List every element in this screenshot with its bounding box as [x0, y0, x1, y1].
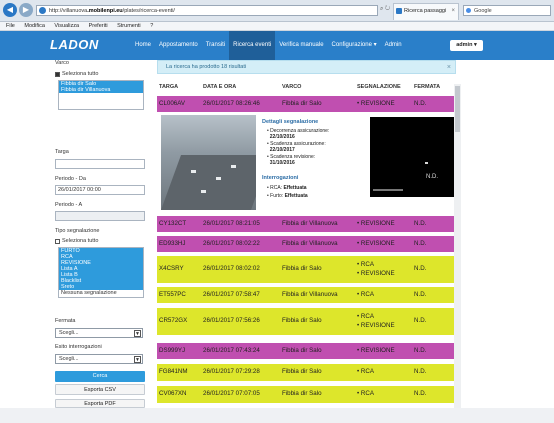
menu-strumenti[interactable]: Strumenti [117, 23, 141, 29]
periodo-a-label: Periodo - A [55, 202, 83, 208]
table-row[interactable]: FG841NM 26/01/2017 07:29:28 Fibbia dir S… [157, 364, 455, 381]
table-row[interactable]: CL006AV 26/01/2017 08:26:46 Fibbia dir S… [157, 96, 455, 112]
export-csv-button[interactable]: Esporta CSV [55, 384, 145, 395]
nav-home[interactable]: Home [131, 31, 155, 60]
checkbox-icon[interactable] [55, 71, 60, 77]
tipo-segnalazione-listbox[interactable]: FURTO RCA REVISIONE Lista A Lista B Blac… [58, 247, 144, 298]
page-icon [39, 7, 46, 14]
periodo-da-label: Periodo - Da [55, 176, 86, 182]
nav-transiti[interactable]: Transiti [202, 31, 229, 60]
nav-appostamento[interactable]: Appostamento [155, 31, 202, 60]
plate-photo[interactable]: N.D. [370, 117, 455, 197]
col-header-targa: TARGA [159, 84, 179, 90]
col-header-data: DATA E ORA [203, 84, 237, 90]
cerca-button[interactable]: Cerca [55, 371, 145, 382]
fermata-select[interactable]: Scegli... ▼ [55, 328, 143, 338]
targa-label: Targa [55, 149, 69, 155]
close-icon[interactable]: × [447, 61, 451, 74]
results-alert: La ricerca ha prodotto 18 risultati × [157, 60, 456, 74]
esito-label: Esito interrogazioni [55, 344, 102, 350]
detail-section-title: Dettagli segnalazione [262, 119, 319, 125]
query-item: • Furto: Effettuata [267, 193, 308, 199]
menu-help[interactable]: ? [150, 23, 153, 29]
periodo-da-input[interactable]: 26/01/2017 00:00 [55, 185, 145, 195]
menu-visualizza[interactable]: Visualizza [54, 23, 79, 29]
list-item[interactable]: Nessuna segnalazione [59, 290, 143, 296]
table-row[interactable]: DS999YJ 26/01/2017 07:43:24 Fibbia dir S… [157, 343, 455, 359]
nav-admin[interactable]: Admin [381, 31, 406, 60]
targa-input[interactable] [55, 159, 145, 169]
tipo-select-all[interactable]: Seleziona tutto [55, 238, 98, 244]
esito-select[interactable]: Scegli... ▼ [55, 354, 143, 364]
results-panel: La ricerca ha prodotto 18 risultati × TA… [152, 60, 462, 408]
varco-listbox[interactable]: Fibbia dir Salo Fibbia dir Villanuova [58, 80, 144, 110]
status-bar [0, 408, 554, 423]
nav-ricerca-eventi[interactable]: Ricerca eventi [229, 31, 276, 60]
list-item[interactable]: Fibbia dir Villanuova [59, 87, 143, 93]
varco-label: Varco [55, 60, 69, 66]
table-row[interactable]: X4CSRY 26/01/2017 08:02:02 Fibbia dir Sa… [157, 256, 455, 283]
scrollbar-thumb[interactable] [455, 86, 460, 132]
chevron-down-icon: ▼ [134, 356, 141, 363]
col-header-segnalazione: SEGNALAZIONE [357, 84, 401, 90]
varco-select-all[interactable]: Seleziona tutto [55, 71, 98, 77]
search-filters-sidebar: Varco Seleziona tutto Fibbia dir Salo Fi… [0, 60, 152, 408]
browser-menubar: File Modifica Visualizza Preferiti Strum… [0, 22, 554, 31]
user-menu-button[interactable]: admin ▾ [450, 40, 483, 51]
browser-search-input[interactable]: Google [463, 5, 551, 16]
browser-tab[interactable]: Ricerca passaggi × [393, 3, 459, 20]
tab-close-icon[interactable]: × [451, 4, 455, 18]
results-scrollbar[interactable] [454, 84, 461, 408]
table-row[interactable]: CV067XN 26/01/2017 07:07:05 Fibbia dir S… [157, 386, 455, 403]
app-navbar: LADON Home Appostamento Transiti Ricerca… [0, 31, 554, 60]
detail-item: • Decorrenza assicurazione: 22/10/2016 [267, 128, 330, 140]
query-item: • RCA: Effettuata [267, 185, 307, 191]
periodo-a-input[interactable] [55, 211, 145, 221]
context-photo[interactable] [161, 115, 256, 210]
table-row[interactable]: CY132CT 26/01/2017 08:21:05 Fibbia dir V… [157, 216, 455, 232]
menu-modifica[interactable]: Modifica [24, 23, 44, 29]
fermata-label: Fermata [55, 318, 76, 324]
search-refresh-icon[interactable]: ⌕ ↻ [380, 6, 390, 13]
address-bar[interactable]: http://villanuova.mobilenpi.eu/plates/ri… [36, 5, 378, 16]
detail-item: • Scadenza revisione: 31/10/2016 [267, 154, 316, 166]
table-row[interactable]: ET557PC 26/01/2017 07:58:47 Fibbia dir V… [157, 287, 455, 303]
ladon-logo[interactable]: LADON [50, 37, 99, 52]
chevron-down-icon: ▼ [134, 330, 141, 337]
photo-caption: N.D. [426, 174, 438, 180]
detail-item: • Scadenza assicurazione: 22/10/2017 [267, 141, 326, 153]
menu-preferiti[interactable]: Preferiti [89, 23, 108, 29]
col-header-fermata: FERMATA [414, 84, 441, 90]
back-arrow-icon[interactable]: ◀ [3, 3, 17, 17]
checkbox-icon[interactable] [55, 238, 60, 244]
forward-arrow-icon[interactable]: ▶ [19, 3, 33, 17]
col-header-varco: VARCO [282, 84, 302, 90]
browser-toolbar: ◀ ▶ http://villanuova.mobilenpi.eu/plate… [0, 0, 554, 22]
tipo-segnalazione-label: Tipo segnalazione [55, 228, 100, 234]
table-row[interactable]: CR572GX 26/01/2017 07:56:26 Fibbia dir S… [157, 308, 455, 335]
nav-verifica-manuale[interactable]: Verifica manuale [275, 31, 327, 60]
google-icon [466, 8, 471, 13]
menu-file[interactable]: File [6, 23, 15, 29]
export-pdf-button[interactable]: Esporta PDF [55, 399, 145, 408]
nav-links: Home Appostamento Transiti Ricerca event… [131, 31, 406, 60]
interrogazioni-title: Interrogazioni [262, 175, 299, 181]
event-detail-panel: Dettagli segnalazione • Decorrenza assic… [157, 113, 455, 210]
table-row[interactable]: ED933HJ 26/01/2017 08:02:22 Fibbia dir V… [157, 236, 455, 252]
nav-configurazione[interactable]: Configurazione ▾ [328, 31, 381, 60]
tab-favicon-icon [396, 8, 402, 14]
